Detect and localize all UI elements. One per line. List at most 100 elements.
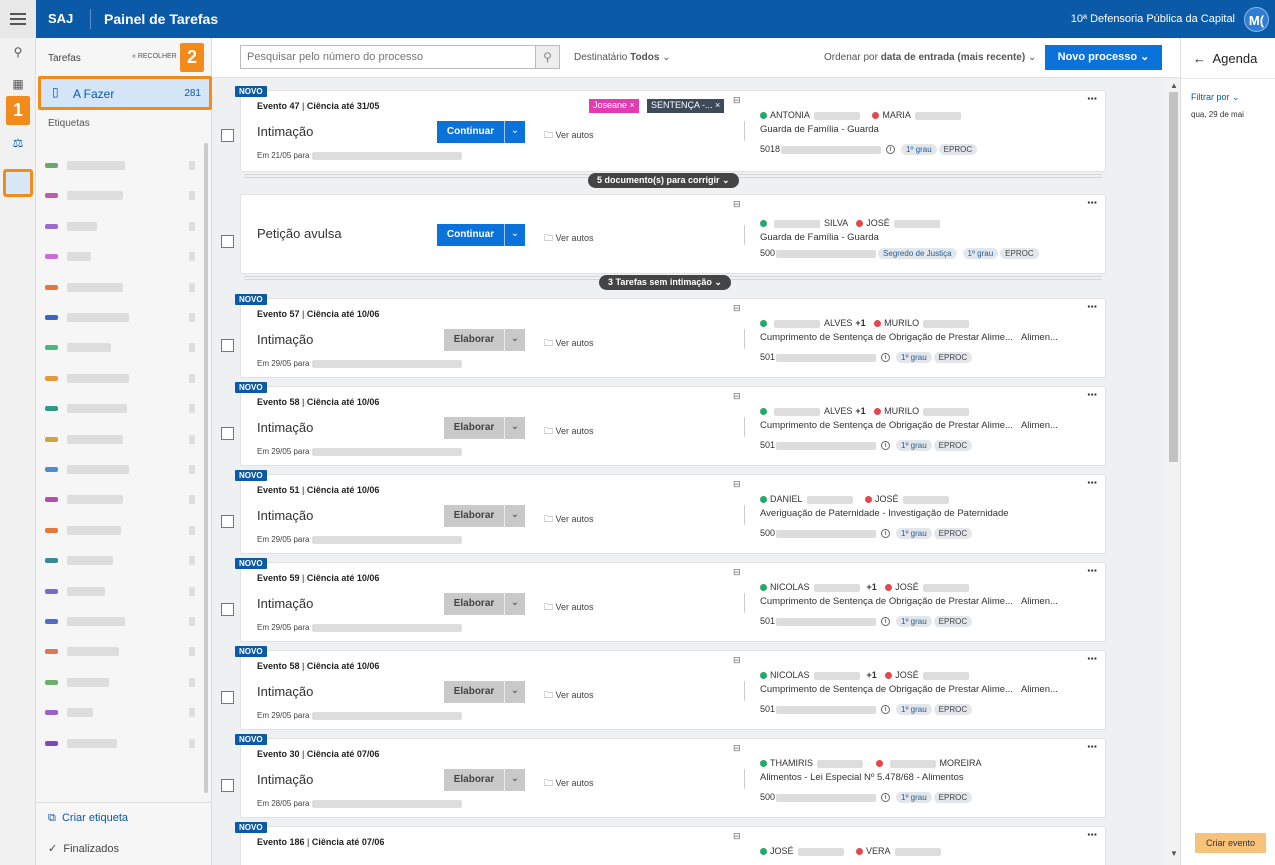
close-icon[interactable]: × bbox=[627, 100, 635, 110]
process-number[interactable]: 501 bbox=[760, 704, 775, 714]
view-records-link[interactable]: 🗀 Ver autos bbox=[544, 512, 594, 528]
view-records-link[interactable]: 🗀 Ver autos bbox=[544, 128, 594, 144]
tag-item[interactable] bbox=[45, 370, 195, 388]
org-name[interactable]: 10ª Defensoria Pública da Capital bbox=[1071, 13, 1235, 25]
tag-item[interactable] bbox=[45, 400, 195, 418]
tag-item[interactable] bbox=[45, 613, 195, 631]
tag-item[interactable] bbox=[45, 643, 195, 661]
add-note-icon[interactable]: ⊟ bbox=[733, 743, 741, 754]
info-icon[interactable]: i bbox=[881, 529, 891, 539]
agenda-filter[interactable]: Filtrar por ⌄ bbox=[1191, 92, 1240, 103]
info-icon[interactable]: i bbox=[881, 441, 891, 451]
recipient-filter[interactable]: Destinatário Todos ⌄ bbox=[574, 52, 671, 63]
tag-item[interactable] bbox=[45, 339, 195, 357]
task-action-button[interactable]: Elaborar ⌄ bbox=[444, 769, 525, 791]
tag-item[interactable] bbox=[45, 279, 195, 297]
close-icon[interactable]: × bbox=[713, 100, 720, 110]
process-number[interactable]: 501 bbox=[760, 352, 775, 362]
tag-item[interactable] bbox=[45, 583, 195, 601]
chevron-down-icon[interactable]: ⌄ bbox=[504, 121, 525, 143]
process-number[interactable]: 500 bbox=[760, 528, 775, 538]
tag-chip[interactable]: SENTENÇA -... × bbox=[647, 99, 725, 113]
add-note-icon[interactable]: ⊟ bbox=[733, 479, 741, 490]
tag-item[interactable] bbox=[45, 735, 195, 753]
chevron-down-icon[interactable]: ⌄ bbox=[504, 329, 525, 351]
search-input[interactable] bbox=[240, 45, 536, 69]
add-note-icon[interactable]: ⊟ bbox=[733, 391, 741, 402]
task-action-button[interactable]: Elaborar ⌄ bbox=[444, 505, 525, 527]
select-checkbox[interactable] bbox=[221, 603, 234, 616]
brand-logo[interactable]: SAJ bbox=[48, 11, 73, 26]
tag-item[interactable] bbox=[45, 248, 195, 266]
add-note-icon[interactable]: ⊟ bbox=[733, 199, 741, 210]
avatar[interactable]: M( bbox=[1244, 7, 1269, 32]
view-records-link[interactable]: 🗀 Ver autos bbox=[544, 336, 594, 352]
process-number[interactable]: 5018 bbox=[760, 144, 780, 154]
add-note-icon[interactable]: ⊟ bbox=[733, 95, 741, 106]
more-options-icon[interactable]: ··· bbox=[1087, 827, 1098, 842]
tag-item[interactable] bbox=[45, 157, 195, 175]
process-number[interactable]: 500 bbox=[760, 248, 775, 258]
tag-item[interactable] bbox=[45, 187, 195, 205]
arrow-left-icon[interactable]: ← bbox=[1193, 51, 1206, 66]
process-number[interactable]: 501 bbox=[760, 440, 775, 450]
more-options-icon[interactable]: ··· bbox=[1087, 739, 1098, 754]
chevron-down-icon[interactable]: ⌄ bbox=[504, 417, 525, 439]
chevron-down-icon[interactable]: ⌄ bbox=[504, 681, 525, 703]
select-checkbox[interactable] bbox=[221, 339, 234, 352]
more-options-icon[interactable]: ··· bbox=[1087, 299, 1098, 314]
task-action-button[interactable]: Elaborar ⌄ bbox=[444, 593, 525, 615]
info-icon[interactable]: i bbox=[886, 145, 896, 155]
select-checkbox[interactable] bbox=[221, 779, 234, 792]
select-checkbox[interactable] bbox=[221, 691, 234, 704]
collapse-button[interactable]: « RECOLHER bbox=[132, 53, 177, 60]
process-number[interactable]: 500 bbox=[760, 792, 775, 802]
tag-item[interactable] bbox=[45, 491, 195, 509]
info-icon[interactable]: i bbox=[881, 617, 891, 627]
tag-item[interactable] bbox=[45, 674, 195, 692]
task-action-button[interactable]: Continuar ⌄ bbox=[437, 224, 525, 246]
select-checkbox[interactable] bbox=[221, 129, 234, 142]
people-search-icon[interactable]: ⚲ bbox=[10, 44, 26, 60]
tag-item[interactable] bbox=[45, 461, 195, 479]
more-options-icon[interactable]: ··· bbox=[1087, 91, 1098, 106]
tag-chip[interactable]: Joseane × bbox=[589, 99, 639, 113]
task-action-button[interactable]: Elaborar ⌄ bbox=[444, 681, 525, 703]
chevron-down-icon[interactable]: ⌄ bbox=[504, 769, 525, 791]
view-records-link[interactable]: 🗀 Ver autos bbox=[544, 231, 594, 247]
building-icon[interactable]: ▦ bbox=[10, 76, 26, 92]
more-options-icon[interactable]: ··· bbox=[1087, 195, 1098, 210]
menu-icon[interactable] bbox=[0, 0, 36, 38]
add-note-icon[interactable]: ⊟ bbox=[733, 303, 741, 314]
select-checkbox[interactable] bbox=[221, 427, 234, 440]
scroll-down-icon[interactable]: ▼ bbox=[1170, 849, 1178, 858]
task-action-button[interactable]: Continuar ⌄ bbox=[437, 121, 525, 143]
create-event-button[interactable]: Criar evento bbox=[1195, 833, 1266, 853]
view-records-link[interactable]: 🗀 Ver autos bbox=[544, 776, 594, 792]
tag-item[interactable] bbox=[45, 552, 195, 570]
chevron-down-icon[interactable]: ⌄ bbox=[504, 224, 525, 246]
tag-item[interactable] bbox=[45, 704, 195, 722]
tag-item[interactable] bbox=[45, 522, 195, 540]
add-note-icon[interactable]: ⊟ bbox=[733, 567, 741, 578]
more-options-icon[interactable]: ··· bbox=[1087, 387, 1098, 402]
tag-item[interactable] bbox=[45, 431, 195, 449]
add-note-icon[interactable]: ⊟ bbox=[733, 831, 741, 842]
view-records-link[interactable]: 🗀 Ver autos bbox=[544, 600, 594, 616]
task-action-button[interactable]: Elaborar ⌄ bbox=[444, 417, 525, 439]
info-icon[interactable]: i bbox=[881, 793, 891, 803]
group-expander[interactable]: 5 documento(s) para corrigir ⌄ bbox=[588, 173, 739, 188]
task-action-button[interactable]: Elaborar ⌄ bbox=[444, 329, 525, 351]
select-checkbox[interactable] bbox=[221, 235, 234, 248]
select-checkbox[interactable] bbox=[221, 515, 234, 528]
agenda-title[interactable]: ← Agenda bbox=[1193, 51, 1257, 66]
scroll-up-icon[interactable]: ▲ bbox=[1170, 81, 1178, 90]
sidebar-scrollbar[interactable] bbox=[204, 143, 208, 793]
scroll-thumb[interactable] bbox=[1169, 92, 1178, 462]
sort-dropdown[interactable]: Ordenar por data de entrada (mais recent… bbox=[824, 52, 1036, 63]
tag-item[interactable] bbox=[45, 309, 195, 327]
scales-icon[interactable]: ⚖ bbox=[10, 135, 26, 151]
search-icon[interactable]: ⚲ bbox=[536, 45, 560, 69]
more-options-icon[interactable]: ··· bbox=[1087, 651, 1098, 666]
list-scrollbar[interactable]: ▲ ▼ bbox=[1167, 78, 1180, 865]
